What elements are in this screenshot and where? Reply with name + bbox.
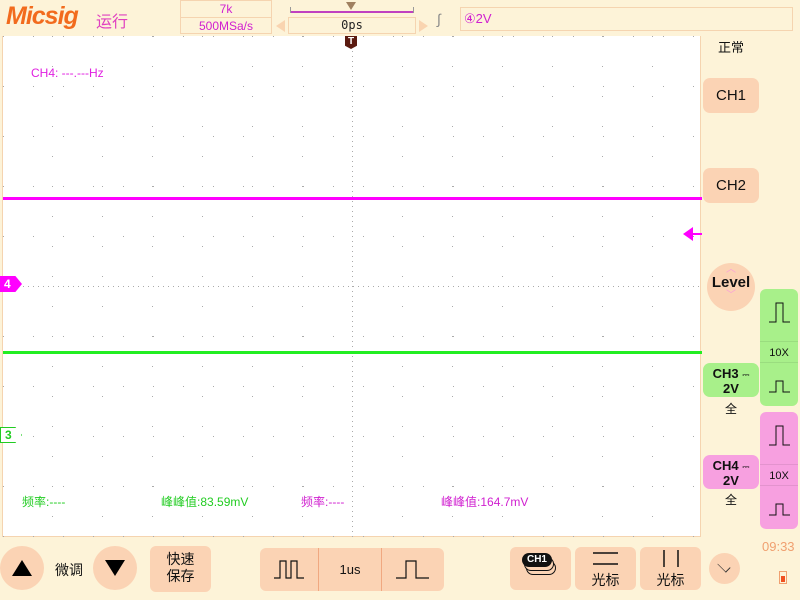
expand-menu-button[interactable]	[709, 553, 740, 584]
cursor-label: 光标	[656, 572, 685, 588]
waveform-display[interactable]	[2, 36, 702, 537]
scale-up-icon[interactable]	[760, 289, 798, 336]
ch1-button[interactable]: CH1	[703, 78, 759, 113]
sample-rate: 500MSa/s	[198, 19, 254, 33]
trigger-position-marker	[346, 2, 356, 10]
ch4-trace	[3, 197, 702, 200]
chevron-down-icon	[717, 559, 731, 573]
dc-coupling-icon: ⎓	[742, 462, 750, 472]
wide-pulse-icon	[396, 560, 429, 579]
triangle-up-icon	[12, 560, 32, 576]
timebase-control[interactable]: 1us	[260, 548, 444, 591]
scale-down-icon[interactable]	[760, 363, 798, 410]
cursor-label: 光标	[591, 572, 620, 588]
compressed-pulse-icon	[274, 560, 304, 579]
frequency-counter: CH4: ---.---Hz	[31, 66, 104, 80]
fine-up-button[interactable]	[0, 546, 44, 590]
fine-adjust-label: 微调	[55, 562, 83, 578]
ch4-scale: 2V	[723, 473, 739, 488]
vertical-cursor-icon	[663, 550, 679, 567]
fine-down-button[interactable]	[93, 546, 137, 590]
memory-depth: 7k	[181, 1, 271, 18]
ch3-tag[interactable]: CH3 ⎓ 2V	[703, 363, 759, 397]
ch4-scale-control[interactable]: 10X	[760, 412, 798, 529]
trigger-level-line	[692, 233, 702, 235]
ch3-trace	[3, 351, 702, 354]
channel-stack-icon: CH1	[522, 553, 552, 567]
acquisition-info[interactable]: 7k 500MSa/s	[180, 0, 272, 34]
trigger-settings[interactable]: ④2V	[460, 7, 793, 31]
delay-left-arrow-icon[interactable]	[276, 20, 285, 32]
timebase-value: 1us	[319, 548, 382, 591]
delay-right-arrow-icon[interactable]	[419, 20, 428, 32]
measurement-ch3-frequency[interactable]: 频率:----	[22, 493, 65, 510]
ch3-scale-control[interactable]: 10X	[760, 289, 798, 406]
level-label: Level	[711, 274, 751, 291]
ch3-name: CH3	[712, 366, 739, 381]
measurement-ch4-vpp[interactable]: 峰峰值:164.7mV	[441, 493, 528, 510]
timebase-decrease-button[interactable]	[260, 548, 319, 591]
ch4-bandwidth[interactable]: 全	[703, 491, 759, 508]
horizontal-cursor-button[interactable]: 光标	[575, 547, 636, 590]
triangle-down-icon	[105, 560, 125, 576]
run-stop-status[interactable]: 运行	[96, 8, 128, 32]
trigger-level-knob[interactable]: ︿ Level ﹀	[707, 263, 755, 311]
measurement-ch4-frequency[interactable]: 频率:----	[301, 493, 344, 510]
rising-edge-icon[interactable]: ∫	[437, 11, 441, 27]
ch4-tag[interactable]: CH4 ⎓ 2V	[703, 455, 759, 489]
scale-up-icon[interactable]	[760, 412, 798, 459]
ch4-name: CH4	[712, 458, 739, 473]
ch3-probe-ratio[interactable]: 10X	[760, 341, 798, 363]
vertical-cursor-button[interactable]: 光标	[640, 547, 701, 590]
timebase-increase-button[interactable]	[382, 548, 444, 591]
graticule	[3, 36, 702, 537]
measurement-ch3-vpp[interactable]: 峰峰值:83.59mV	[161, 493, 248, 510]
ch3-bandwidth[interactable]: 全	[703, 400, 759, 417]
brand-logo: Micsig	[6, 2, 79, 30]
horizontal-delay[interactable]: 0ps	[288, 17, 416, 34]
waveform-position-bar[interactable]	[288, 0, 416, 17]
scale-down-icon[interactable]	[760, 486, 798, 533]
horizontal-cursor-icon	[593, 552, 618, 565]
memory-window-line	[290, 7, 414, 13]
dc-coupling-icon: ⎓	[742, 370, 750, 380]
ch4-probe-ratio[interactable]: 10X	[760, 464, 798, 486]
battery-icon	[779, 571, 787, 584]
quick-save-button[interactable]: 快速 保存	[150, 546, 211, 592]
acquire-mode[interactable]: 正常	[718, 37, 744, 56]
ch2-button[interactable]: CH2	[703, 168, 759, 203]
ch3-scale: 2V	[723, 381, 739, 396]
channel-select-button[interactable]: CH1	[510, 547, 571, 590]
level-down-icon[interactable]: ﹀	[707, 291, 755, 301]
clock: 09:33	[762, 539, 795, 554]
